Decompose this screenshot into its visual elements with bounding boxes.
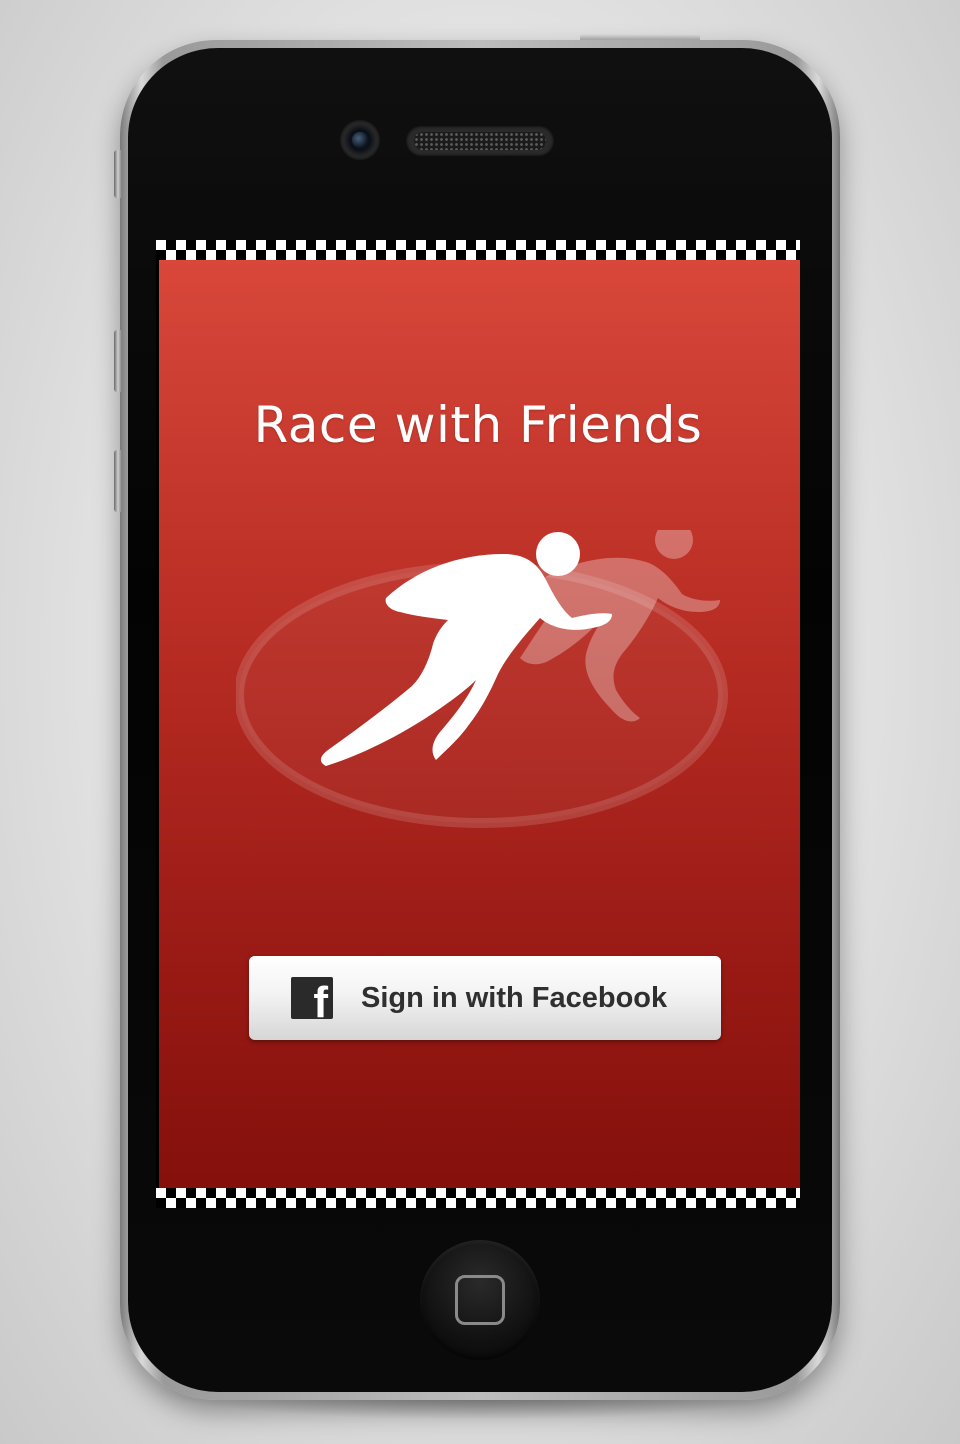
front-camera: [340, 120, 380, 160]
volume-up-button: [114, 330, 122, 392]
speaker-mesh: [414, 132, 546, 150]
checkered-flag-top: [156, 240, 800, 260]
facebook-icon-glyph: f: [313, 978, 328, 1020]
facebook-signin-button[interactable]: f Sign in with Facebook: [249, 956, 721, 1040]
volume-down-button: [114, 450, 122, 512]
checkered-flag-bottom: [156, 1188, 800, 1208]
mute-switch: [114, 150, 122, 198]
runner-icon: [236, 530, 728, 828]
app-screen: Race with Friends f Sign in with Faceboo…: [156, 240, 800, 1208]
facebook-icon: f: [291, 977, 333, 1019]
home-button[interactable]: [420, 1240, 540, 1360]
earpiece-speaker: [406, 126, 554, 156]
app-title: Race with Friends: [253, 396, 703, 454]
facebook-signin-label: Sign in with Facebook: [361, 982, 668, 1014]
home-square-icon: [455, 1275, 505, 1325]
